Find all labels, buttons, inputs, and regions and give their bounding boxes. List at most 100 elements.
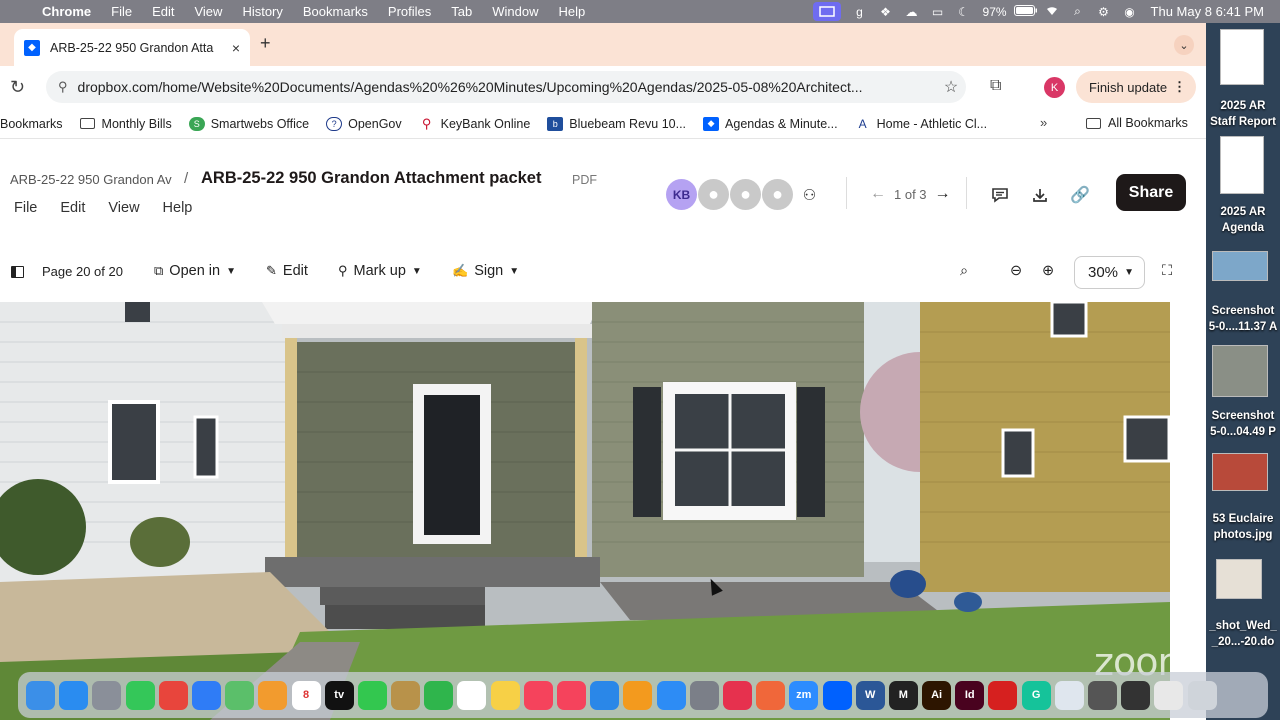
app-grid-icon[interactable] — [756, 680, 786, 710]
desktop-file-label[interactable]: Agenda — [1206, 221, 1280, 236]
desktop-file-label[interactable]: photos.jpg — [1206, 528, 1280, 543]
document-thumbnail[interactable] — [1220, 29, 1264, 85]
news-icon[interactable] — [557, 680, 586, 710]
acrobat-icon[interactable] — [988, 680, 1018, 710]
desktop-file-label[interactable]: 2025 AR — [1206, 205, 1280, 220]
sidebar-toggle-icon[interactable] — [11, 266, 24, 278]
document-page[interactable] — [0, 302, 1170, 720]
bookmark-star-icon[interactable]: ☆ — [936, 77, 966, 97]
dropbox-icon[interactable] — [822, 680, 852, 710]
tv-icon[interactable]: tv — [324, 680, 354, 710]
bookmark-keybank[interactable]: ⚲ KeyBank Online — [418, 116, 530, 131]
creative-cloud-icon[interactable] — [722, 680, 752, 710]
bookmark-monthly-bills[interactable]: Monthly Bills — [79, 117, 172, 131]
address-bar[interactable]: ⚲ dropbox.com/home/Website%20Documents/A… — [46, 71, 966, 103]
fullscreen-icon[interactable]: ⛶ — [1162, 263, 1172, 279]
moon-icon[interactable]: ☾ — [951, 5, 977, 19]
screen-share-icon[interactable] — [812, 2, 841, 21]
maps-icon[interactable] — [225, 680, 255, 710]
document-thumbnail[interactable] — [1220, 136, 1264, 194]
control-center-icon[interactable]: ⚙ — [1091, 5, 1117, 19]
edit-button[interactable]: ✎ Edit — [266, 263, 308, 279]
file-menu-edit[interactable]: Edit — [60, 200, 85, 216]
wifi-icon[interactable] — [1039, 4, 1065, 19]
facetime-icon[interactable] — [357, 680, 387, 710]
docx-thumbnail[interactable] — [1216, 559, 1262, 599]
file-menu-help[interactable]: Help — [163, 200, 193, 216]
previous-arrow-icon[interactable]: ← — [870, 185, 886, 203]
menu-clock[interactable]: Thu May 8 6:41 PM — [1143, 4, 1280, 19]
extensions-icon[interactable]: ⧉ — [990, 77, 1001, 95]
display-icon[interactable]: ▭ — [925, 5, 951, 19]
menu-tab[interactable]: Tab — [441, 4, 482, 19]
finish-update-button[interactable]: Finish update ⋮ — [1076, 71, 1196, 103]
profile-avatar[interactable]: K — [1044, 77, 1065, 98]
preview-icon[interactable] — [1054, 680, 1084, 710]
menu-app-name[interactable]: Chrome — [38, 4, 101, 19]
link-icon[interactable]: 🔗 — [1068, 183, 1092, 207]
numbers-icon[interactable] — [424, 680, 454, 710]
music-icon[interactable] — [523, 680, 553, 710]
launchpad-icon[interactable] — [92, 680, 122, 710]
new-tab-button[interactable]: + — [260, 33, 271, 54]
downloads-icon[interactable] — [1121, 680, 1151, 710]
breadcrumb-folder[interactable]: ARB-25-22 950 Grandon Av — [10, 172, 172, 187]
stack-icon[interactable] — [1154, 680, 1184, 710]
messages-icon[interactable] — [125, 680, 155, 710]
menu-bookmarks[interactable]: Bookmarks — [293, 4, 378, 19]
finder-icon[interactable] — [26, 680, 55, 710]
mark-up-button[interactable]: ⚲ Mark up ▼ — [338, 263, 422, 279]
desktop-file-label[interactable]: 5-0....11.37 A — [1206, 320, 1280, 335]
desktop-file-label[interactable]: 2025 AR — [1206, 99, 1280, 114]
file-menu-view[interactable]: View — [108, 200, 139, 216]
next-arrow-icon[interactable]: → — [935, 185, 951, 203]
menu-file[interactable]: File — [101, 4, 142, 19]
photo-thumbnail[interactable] — [1212, 453, 1268, 491]
zoom-out-icon[interactable]: ⊖ — [1010, 263, 1022, 279]
calendar-icon[interactable]: 8 — [291, 680, 321, 710]
tab-search-chevron-icon[interactable]: ⌄ — [1174, 35, 1194, 55]
desktop-file-label[interactable]: Staff Report — [1206, 115, 1280, 130]
desktop-file-label[interactable]: _shot_Wed_ — [1206, 619, 1280, 634]
reload-icon[interactable]: ↻ — [10, 77, 25, 98]
files-icon[interactable] — [391, 680, 421, 710]
trash-icon[interactable] — [1187, 680, 1217, 710]
keynote-icon[interactable] — [590, 680, 620, 710]
menu-edit[interactable]: Edit — [142, 4, 184, 19]
indesign-icon[interactable]: Id — [955, 680, 985, 710]
grammarly-icon[interactable]: g — [847, 5, 873, 19]
creative-cloud-icon[interactable]: ☁ — [899, 5, 925, 19]
sign-button[interactable]: ✍ Sign ▼ — [452, 263, 519, 279]
desktop-file-label[interactable]: Screenshot — [1206, 409, 1280, 424]
settings-icon[interactable] — [689, 680, 719, 710]
site-info-icon[interactable]: ⚲ — [58, 79, 68, 95]
bookmarks-more-icon[interactable]: » — [1040, 115, 1047, 130]
desktop-file-label[interactable]: Screenshot — [1206, 304, 1280, 319]
zoom-select[interactable]: 30% ▼ — [1074, 256, 1145, 289]
menu-help[interactable]: Help — [549, 4, 596, 19]
chrome-icon[interactable] — [158, 680, 188, 710]
desktop-file-label[interactable]: _20...-20.do — [1206, 635, 1280, 650]
bookmark-agendas[interactable]: ◆ Agendas & Minute... — [703, 116, 838, 131]
safari-icon[interactable] — [59, 680, 89, 710]
zoom-icon[interactable]: zm — [789, 680, 819, 710]
grammarly-icon[interactable]: G — [1021, 680, 1051, 710]
tab-close-icon[interactable]: × — [232, 40, 240, 56]
avatar[interactable]: ● — [762, 179, 793, 210]
bookmark-smartwebs[interactable]: S Smartwebs Office — [188, 116, 309, 131]
bookmark-opengov[interactable]: ? OpenGov — [326, 116, 402, 131]
menu-profiles[interactable]: Profiles — [378, 4, 441, 19]
open-in-button[interactable]: ⧉ Open in ▼ — [154, 263, 236, 279]
avatar[interactable]: KB — [666, 179, 697, 210]
desktop-file-label[interactable]: 5-0...04.49 P — [1206, 425, 1280, 440]
bookmark-athletic[interactable]: A Home - Athletic Cl... — [854, 116, 987, 131]
file-menu-file[interactable]: File — [14, 200, 37, 216]
mail-icon[interactable] — [191, 680, 221, 710]
find-search-icon[interactable]: ⌕ — [960, 263, 968, 279]
comment-icon[interactable] — [988, 183, 1012, 207]
reminders-icon[interactable] — [457, 680, 487, 710]
bookmark-bookmarks[interactable]: Bookmarks — [0, 117, 63, 131]
menu-history[interactable]: History — [232, 4, 292, 19]
menu-view[interactable]: View — [184, 4, 232, 19]
word-icon[interactable]: W — [855, 680, 885, 710]
